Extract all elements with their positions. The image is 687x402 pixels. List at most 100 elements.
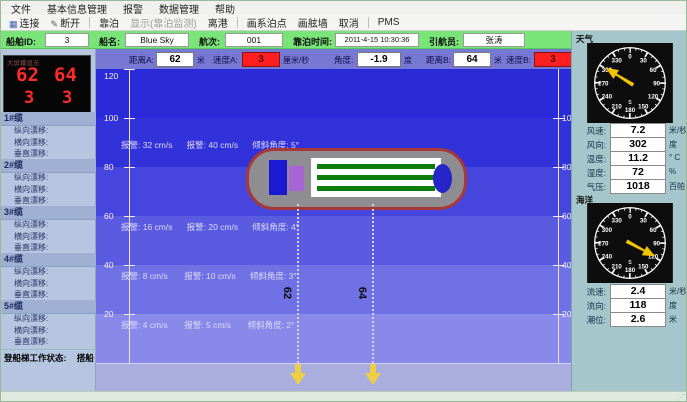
y-tick-label: 100: [104, 113, 118, 123]
distance-b-value[interactable]: 64: [453, 52, 491, 67]
current-dir-value[interactable]: 118: [610, 298, 666, 313]
ship-info-bar: 船舶ID: 3 船名: Blue Sky 航次: 001 靠泊时间: 2011-…: [1, 31, 571, 49]
drift-item: 垂直漂移:: [1, 289, 109, 300]
pressure-unit: 百帕: [669, 181, 685, 192]
drift-item: 横向漂移:: [1, 231, 109, 242]
display-monitor-button[interactable]: 显示(靠泊监测): [128, 15, 199, 30]
wind-dir-value[interactable]: 302: [610, 137, 666, 152]
ship-symbol[interactable]: [246, 148, 467, 210]
ship-name-field[interactable]: Blue Sky: [125, 33, 189, 47]
gauge-tick-label: 90: [653, 240, 660, 247]
cable-section-header[interactable]: 2#缆: [1, 159, 99, 173]
cancel-button[interactable]: 取消: [337, 15, 361, 30]
measurement-bar: 距离A: 62 米 速度A: 3 厘米/秒 角度: -1.9 度 距离B: 64…: [96, 49, 571, 69]
temperature-value[interactable]: 11.2: [610, 151, 666, 166]
drift-item: 垂直漂移:: [1, 195, 109, 206]
pilot-field[interactable]: 张涛: [463, 33, 525, 47]
y-tick-label: 20: [562, 309, 571, 319]
current-direction-gauge: 0 30 60 90 120 150 180 210 240 270 300 3…: [586, 203, 674, 283]
tide-level-value[interactable]: 2.6: [610, 312, 666, 327]
menu-basic-info[interactable]: 基本信息管理: [47, 1, 107, 16]
gauge-tick-label: 210: [612, 263, 623, 270]
drift-item: 垂直漂移:: [1, 148, 109, 159]
gauge-tick-label: 180: [625, 267, 636, 274]
left-sidebar: 大屏幕显示 62 64 3 3 1#缆 纵向漂移: 横向漂移: 垂直漂移: 2#…: [1, 49, 96, 391]
gauge-tick-label: 60: [650, 227, 657, 234]
zone-band: [96, 69, 571, 118]
speed-a-unit: 厘米/秒: [283, 55, 309, 66]
ship-id-field[interactable]: 3: [45, 33, 89, 47]
gauge-tick-label: 210: [612, 103, 623, 110]
gauge-tick-label: 270: [598, 240, 609, 247]
berth-time-field[interactable]: 2011-4-15 10:30:36: [335, 33, 419, 47]
tick: [124, 314, 135, 315]
deck-stripe: [317, 175, 435, 180]
pressure-value[interactable]: 1018: [610, 179, 666, 194]
drift-item: 横向漂移:: [1, 184, 109, 195]
berth-button[interactable]: 靠泊: [97, 15, 121, 30]
y-tick-label: 60: [562, 211, 571, 221]
current-speed-unit: 米/秒: [669, 286, 687, 297]
tick: [124, 167, 135, 168]
connect-button[interactable]: ▦连接: [7, 15, 42, 30]
angle-value[interactable]: -1.9: [357, 52, 401, 67]
resize-grip[interactable]: ⋰: [677, 393, 686, 402]
display-distance-b: 64: [54, 64, 77, 86]
cable-section-header[interactable]: 1#缆: [1, 112, 99, 126]
draw-fender-button[interactable]: 画舷墙: [296, 15, 330, 30]
wind-dir-unit: 度: [669, 139, 677, 150]
draw-mooring-point-button[interactable]: 画系泊点: [245, 15, 289, 30]
voyage-field[interactable]: 001: [225, 33, 283, 47]
display-distance-a: 62: [16, 64, 39, 86]
tick: [124, 69, 135, 70]
pms-button[interactable]: PMS: [376, 17, 402, 28]
gangway-status-row: 登船梯工作状态: 搭船: [1, 349, 99, 366]
cable-section-header[interactable]: 4#缆: [1, 253, 99, 267]
distance-line-a-label: 62: [281, 287, 293, 299]
gauge-tick-label: 180: [625, 107, 636, 114]
gauge-south-marker: S: [628, 260, 632, 266]
berthing-monitor-window: 文件 基本信息管理 报警 数据管理 帮助 ▦连接 ✎断开 靠泊 显示(靠泊监测)…: [0, 0, 687, 402]
menu-data[interactable]: 数据管理: [159, 1, 199, 16]
speed-b-value[interactable]: 3: [534, 52, 572, 67]
y-tick-label: 60: [104, 211, 113, 221]
toolbar: ▦连接 ✎断开 靠泊 显示(靠泊监测) 离港 画系泊点 画舷墙 取消 PMS: [1, 15, 687, 31]
distance-a-unit: 米: [197, 55, 205, 66]
ship-deck: [311, 158, 441, 197]
y-tick-label: 80: [562, 162, 571, 172]
tide-level-unit: 米: [669, 314, 677, 325]
current-speed-label: 流速:: [574, 286, 606, 298]
distance-b-label: 距离B:: [426, 54, 451, 66]
current-speed-value[interactable]: 2.4: [610, 284, 666, 299]
distance-a-value[interactable]: 62: [156, 52, 194, 67]
tick: [124, 118, 135, 119]
y-tick-label: 20: [104, 309, 113, 319]
drift-item: 垂直漂移:: [1, 336, 109, 347]
wind-speed-label: 风速:: [574, 125, 606, 137]
y-tick-label: 40: [104, 260, 113, 270]
gauge-tick-label: 240: [602, 254, 613, 261]
connect-icon: ▦: [9, 19, 18, 29]
distance-plot: 120 100 80 60 40 20 100 80 60 40 20 报警: …: [96, 69, 571, 391]
speed-a-value[interactable]: 3: [242, 52, 280, 67]
alarm-threshold-row: 报警: 16 cm/s 报警: 20 cm/s 倾斜角度: 4°: [121, 221, 299, 233]
menu-help[interactable]: 帮助: [215, 1, 235, 16]
pressure-label: 气压:: [574, 181, 606, 193]
drift-item: 横向漂移:: [1, 325, 109, 336]
wind-speed-value[interactable]: 7.2: [610, 123, 666, 138]
deck-stripe: [317, 186, 435, 191]
display-speed-b: 3: [62, 88, 72, 108]
cable-section-header[interactable]: 3#缆: [1, 206, 99, 220]
drift-item: 横向漂移:: [1, 137, 109, 148]
menu-alarm[interactable]: 报警: [123, 1, 143, 16]
humidity-value[interactable]: 72: [610, 165, 666, 180]
drift-item: 横向漂移:: [1, 278, 109, 289]
disconnect-button[interactable]: ✎断开: [49, 15, 83, 30]
menu-file[interactable]: 文件: [11, 1, 31, 16]
y-tick-label: 120: [104, 71, 118, 81]
depart-button[interactable]: 离港: [206, 15, 230, 30]
gauge-tick-label: 0: [628, 214, 632, 221]
y-tick-label: 40: [562, 260, 571, 270]
cable-section-header[interactable]: 5#缆: [1, 300, 99, 314]
y-tick-label: 80: [104, 162, 113, 172]
